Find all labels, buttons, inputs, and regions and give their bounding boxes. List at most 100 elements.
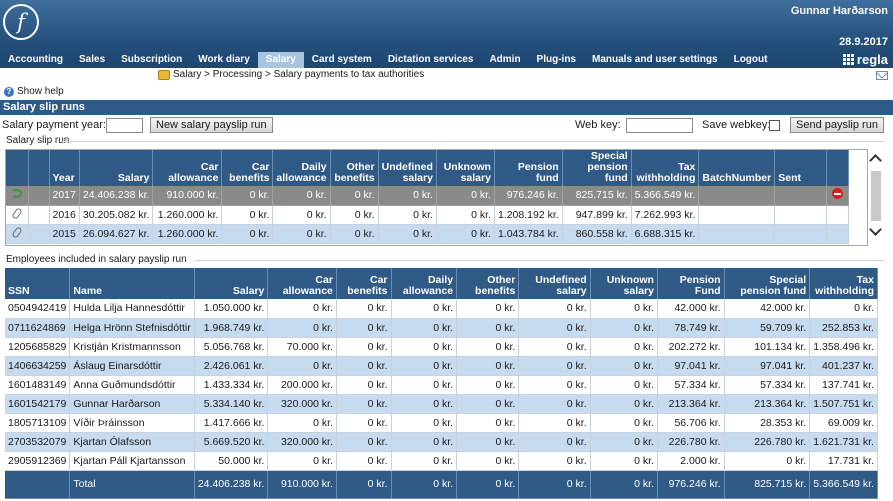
table-row[interactable]: 0504942419 Hulda Lilja Hannesdóttir 1.050.… <box>5 299 878 319</box>
runs-column-header: Car benefits <box>221 150 274 186</box>
table-row[interactable]: 1205685829 Kristján Kristmannsson 5.056.76… <box>5 337 878 357</box>
runs-cell-tax-withholding: 5.366.549 kr. <box>631 186 700 206</box>
employee-amount: 1.507.751 kr. <box>809 394 878 414</box>
menu-item-admin[interactable]: Admin <box>481 52 528 68</box>
table-row[interactable]: 2015 26.094.627 kr. 1.260.000 kr. 0 kr. 0 kr… <box>6 224 850 244</box>
table-row[interactable]: 2016 30.205.082 kr. 1.260.000 kr. 0 kr. 0 kr… <box>6 205 850 225</box>
employee-amount: 401.237 kr. <box>809 356 878 376</box>
employee-amount: 0 kr. <box>456 318 520 338</box>
row-icon-cell[interactable] <box>6 205 29 225</box>
web-key-label: Web key: <box>575 119 621 131</box>
menu-item-work-diary[interactable]: Work diary <box>190 52 258 68</box>
table-row[interactable]: 1406634259 Áslaug Einarsdóttir 2.426.061 k… <box>5 356 878 376</box>
employee-name: Kjartan Páll Kjartansson <box>69 451 195 471</box>
web-key-input[interactable] <box>626 118 693 133</box>
show-help-link[interactable]: ? Show help <box>4 86 64 97</box>
menu-item-manuals-and-user-settings[interactable]: Manuals and user settings <box>584 52 726 68</box>
employee-amount: 0 kr. <box>336 356 392 376</box>
scroll-up-icon[interactable] <box>869 154 882 167</box>
refresh-icon[interactable] <box>11 189 23 199</box>
mail-icon[interactable] <box>876 71 888 80</box>
menu-item-dictation-services[interactable]: Dictation services <box>380 52 482 68</box>
runs-cell-car-benefits: 0 kr. <box>221 205 274 225</box>
runs-cell-undefined-salary: 0 kr. <box>378 224 437 244</box>
row-action-cell[interactable] <box>826 186 850 206</box>
runs-cell-car-benefits: 0 kr. <box>221 186 274 206</box>
employee-amount: 28.353 kr. <box>724 413 811 433</box>
menu-item-plug-ins[interactable]: Plug-ins <box>529 52 584 68</box>
app-logo[interactable]: f <box>3 4 39 40</box>
row-select-cell[interactable] <box>28 224 50 244</box>
runs-cell-car-benefits: 0 kr. <box>221 224 274 244</box>
employee-amount: 0 kr. <box>336 413 392 433</box>
row-icon-cell[interactable] <box>6 224 29 244</box>
scroll-down-icon[interactable] <box>869 223 882 236</box>
menu-item-accounting[interactable]: Accounting <box>0 52 71 68</box>
runs-column-header: Pension fund <box>494 150 563 186</box>
menu-item-sales[interactable]: Sales <box>71 52 113 68</box>
table-row[interactable]: 1601483149 Anna Guðmundsdóttir 1.433.334 k… <box>5 375 878 395</box>
total-amount: 0 kr. <box>590 470 658 499</box>
employee-ssn: 1406634259 <box>5 356 71 376</box>
delete-icon[interactable] <box>832 188 844 200</box>
save-webkey-checkbox[interactable] <box>769 120 780 131</box>
row-select-cell[interactable] <box>28 205 50 225</box>
table-row[interactable]: 0711624869 Helga Hrönn Stefnisdóttir 1.968… <box>5 318 878 338</box>
employee-name: Gunnar Harðarson <box>69 394 195 414</box>
employees-column-header: Salary <box>194 268 269 299</box>
employees-scrollbar[interactable] <box>879 268 893 501</box>
menu-item-subscription[interactable]: Subscription <box>113 52 190 68</box>
table-row[interactable]: 1601542179 Gunnar Harðarson 5.334.140 kr. 3… <box>5 394 878 414</box>
paperclip-icon[interactable] <box>11 206 23 220</box>
employee-amount: 137.741 kr. <box>809 375 878 395</box>
row-action-cell[interactable] <box>826 224 850 244</box>
paperclip-icon[interactable] <box>11 225 23 239</box>
employees-column-header: Daily allowance <box>391 268 458 299</box>
employee-amount: 0 kr. <box>391 413 458 433</box>
employees-column-header: Car allowance <box>267 268 337 299</box>
runs-column-header: Special pension fund <box>562 150 632 186</box>
send-payslip-run-button[interactable]: Send payslip run <box>790 117 884 133</box>
employee-amount: 78.749 kr. <box>657 318 725 338</box>
current-user-name: Gunnar Harðarson <box>790 5 888 17</box>
employee-ssn: 2905912369 <box>5 451 71 471</box>
employee-amount: 200.000 kr. <box>267 375 337 395</box>
total-amount <box>5 470 71 499</box>
table-row[interactable]: 2703532079 Kjartan Ólafsson 5.669.520 kr. 3… <box>5 432 878 452</box>
runs-cell-salary: 26.094.627 kr. <box>79 224 154 244</box>
menu-item-salary[interactable]: Salary <box>257 52 304 68</box>
help-icon: ? <box>4 86 14 97</box>
table-row[interactable]: 1805713109 Víðir Þráinsson 1.417.666 kr. 0 … <box>5 413 878 433</box>
employee-amount: 101.134 kr. <box>724 337 811 357</box>
employee-name: Helga Hrönn Stefnisdóttir <box>69 318 195 338</box>
year-input[interactable] <box>106 118 143 133</box>
row-action-cell[interactable] <box>826 205 850 225</box>
row-icon-cell[interactable] <box>6 186 29 206</box>
employee-amount: 0 kr. <box>590 337 658 357</box>
employee-amount: 0 kr. <box>590 432 658 452</box>
runs-cell-tax-withholding: 6.688.315 kr. <box>631 224 700 244</box>
menu-item-card-system[interactable]: Card system <box>304 52 380 68</box>
menu-item-logout[interactable]: Logout <box>726 52 776 68</box>
employee-amount: 0 kr. <box>267 299 337 319</box>
row-select-cell[interactable] <box>28 186 50 206</box>
runs-cell-unknown-salary: 0 kr. <box>436 205 495 225</box>
employee-amount: 0 kr. <box>518 432 591 452</box>
employee-amount: 0 kr. <box>391 394 458 414</box>
runs-column-header: BatchNumber <box>698 150 776 186</box>
runs-cell-sent <box>774 186 828 206</box>
employee-amount: 0 kr. <box>590 413 658 433</box>
employee-amount: 1.417.666 kr. <box>194 413 269 433</box>
employee-amount: 0 kr. <box>809 299 878 319</box>
runs-cell-tax-withholding: 7.262.993 kr. <box>631 205 700 225</box>
table-row[interactable]: 2905912369 Kjartan Páll Kjartansson 50.000… <box>5 451 878 471</box>
employee-ssn: 0504942419 <box>5 299 71 319</box>
employee-ssn: 1205685829 <box>5 337 71 357</box>
employee-ssn: 1601542179 <box>5 394 71 414</box>
runs-scrollbar[interactable] <box>868 149 884 246</box>
employee-amount: 0 kr. <box>456 394 520 414</box>
new-salary-payslip-run-button[interactable]: New salary payslip run <box>150 117 273 133</box>
runs-column-header: Unknown salary <box>436 150 495 186</box>
scroll-thumb[interactable] <box>871 171 881 221</box>
table-row[interactable]: 2017 24.406.238 kr. 910.000 kr. 0 kr. 0 kr. 0… <box>6 186 850 206</box>
